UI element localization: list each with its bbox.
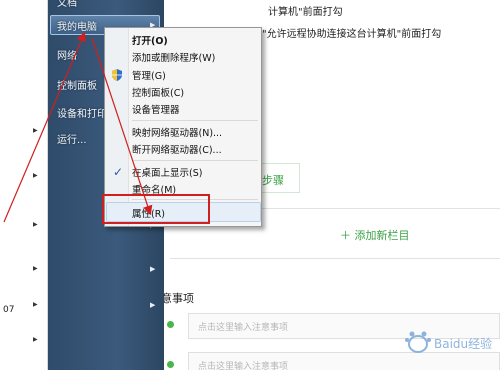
submenu-arrow-icon[interactable]: ▶: [33, 336, 38, 343]
submenu-arrow-icon[interactable]: ▶: [33, 127, 38, 134]
menu-item-open[interactable]: 打开(O): [132, 33, 168, 47]
item-number: 07: [3, 305, 15, 315]
start-item-documents[interactable]: 文档: [57, 0, 77, 9]
menu-item-control-panel[interactable]: 控制面板(C): [132, 85, 184, 99]
menu-item-manage[interactable]: 管理(G): [132, 68, 166, 82]
start-item-computer[interactable]: 我的电脑: [57, 18, 97, 33]
start-menu-left-column: ▶ ▶ ▶ ▶ ▶ ▶ 07: [0, 0, 48, 370]
bullet-icon: [167, 361, 174, 368]
menu-item-device-manager[interactable]: 设备管理器: [132, 102, 180, 116]
menu-separator: [132, 160, 258, 161]
menu-item-show-on-desktop[interactable]: 在桌面上显示(S): [132, 165, 202, 179]
add-column-button[interactable]: ＋ 添加新栏目: [340, 227, 410, 243]
bullet-icon: [167, 321, 174, 328]
menu-item-disconnect-network-drive[interactable]: 断开网络驱动器(C)...: [132, 142, 222, 156]
todo-placeholder: 点击这里输入注意事项: [198, 362, 289, 370]
submenu-arrow-icon[interactable]: ▶: [33, 172, 38, 179]
checkmark-icon: ✓: [113, 165, 124, 179]
todo-placeholder: 点击这里输入注意事项: [198, 323, 289, 333]
annotation-highlight-box: [102, 194, 210, 224]
divider: [170, 258, 500, 259]
menu-item-map-network-drive[interactable]: 映射网络驱动器(N)...: [132, 125, 222, 139]
menu-item-add-remove-programs[interactable]: 添加或删除程序(W): [132, 50, 215, 64]
baidu-watermark-logo: Baidu经验: [405, 331, 492, 353]
start-item-control-panel[interactable]: 控制面板: [57, 77, 97, 92]
instruction-line: "允许远程协助连接这台计算机"前面打勾: [262, 29, 442, 40]
menu-separator: [132, 120, 258, 121]
screen: ▶ ▶ ▶ ▶ ▶ ▶ 07 计算机"前面打勾 "允许远程协助连接这台计算机"前…: [0, 0, 500, 370]
start-item-devices-printers[interactable]: 设备和打印: [57, 105, 107, 120]
start-item-run[interactable]: 运行...: [57, 131, 87, 146]
start-item-network[interactable]: 网络: [57, 47, 77, 62]
instruction-line: 计算机"前面打勾: [268, 7, 343, 18]
submenu-arrow-icon[interactable]: ▶: [33, 301, 38, 308]
submenu-arrow-icon[interactable]: ▶: [150, 265, 155, 273]
submenu-arrow-icon[interactable]: ▶: [33, 221, 38, 228]
step-button[interactable]: 步骤: [262, 172, 284, 188]
svg-text:Baidu经验: Baidu经验: [434, 336, 492, 351]
submenu-arrow-icon[interactable]: ▶: [150, 301, 155, 309]
shield-icon: [112, 69, 122, 81]
submenu-arrow-icon[interactable]: ▶: [33, 265, 38, 272]
